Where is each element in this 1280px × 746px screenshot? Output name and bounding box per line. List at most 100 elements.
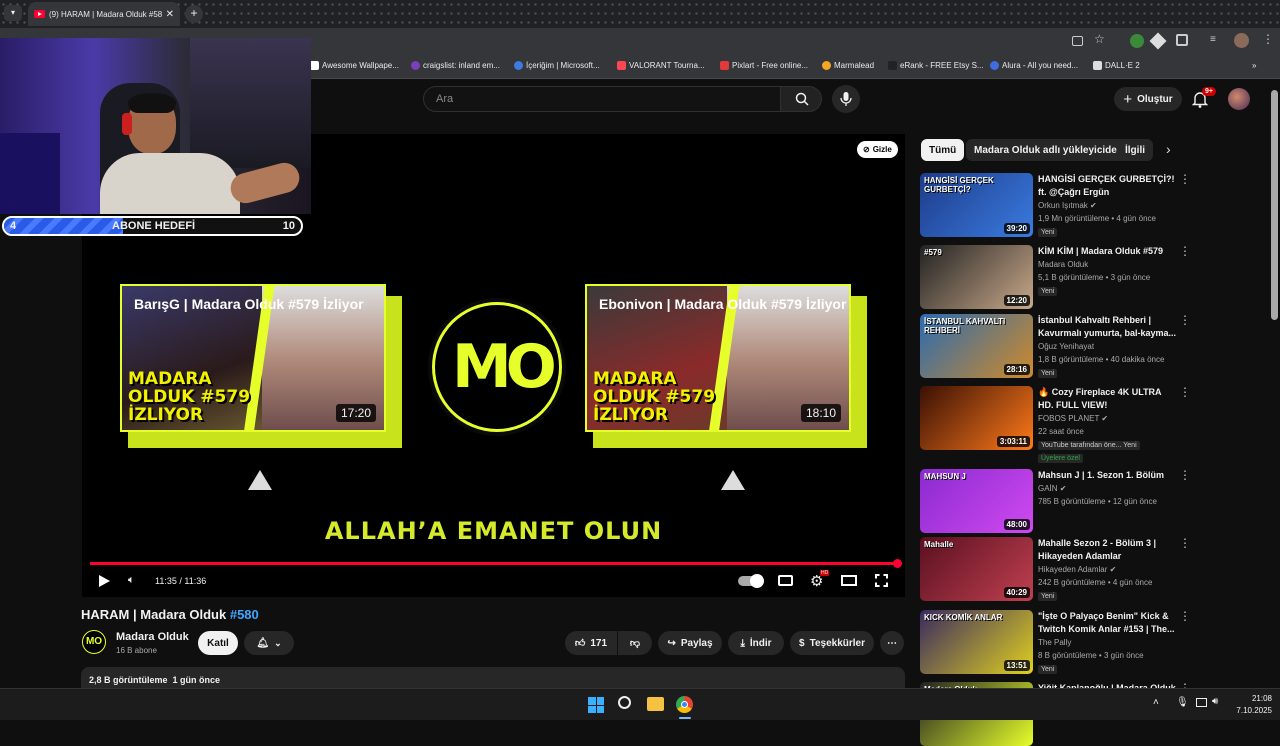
subscribed-bell-button[interactable]: 🔔︎ ⌄ [244, 631, 294, 655]
more-options-icon[interactable]: ⋮ [1179, 610, 1191, 622]
more-actions-button[interactable]: ⋯ [880, 631, 904, 655]
chip-related[interactable]: İlgili [1117, 139, 1153, 161]
share-button[interactable]: ↪ Paylaş [658, 631, 722, 655]
channel-name[interactable]: Hikayeden Adamlar ✔ [1038, 565, 1116, 574]
channel-name[interactable]: FOBOS PLANET ✔ [1038, 414, 1108, 423]
notifications-button[interactable]: 9+ [1192, 87, 1216, 109]
subtitles-icon[interactable] [778, 575, 793, 586]
tab-search-button[interactable]: ▾ [4, 5, 22, 21]
progress-bar[interactable] [90, 559, 902, 568]
bookmark-item[interactable]: Awesome Wallpape... [310, 61, 399, 70]
bookmark-item[interactable]: DALL·E 2 [1093, 61, 1140, 70]
hashtag-link[interactable]: #580 [230, 607, 259, 622]
views-date: 2,8 B görüntüleme 1 gün önce [89, 675, 221, 685]
chip-from-uploader[interactable]: Madara Olduk adlı yükleyiciden [966, 139, 1131, 161]
thumbnail-text: KICK KOMİK ANLAR [924, 613, 1003, 622]
tab-active[interactable]: (9) HARAM | Madara Olduk #58 ✕ [28, 2, 180, 26]
dislike-button[interactable]: 👎︎ [618, 631, 652, 655]
channel-avatar[interactable]: MO [82, 630, 106, 654]
media-control-icon[interactable]: ≡ [1210, 34, 1216, 45]
end-screen-video-left[interactable]: BarışG | Madara Olduk #579 İzliyor MADAR… [120, 284, 386, 432]
more-options-icon[interactable]: ⋮ [1179, 173, 1191, 185]
thanks-button[interactable]: $ Teşekkürler [790, 631, 874, 655]
more-options-icon[interactable]: ⋮ [1179, 537, 1191, 549]
search-input[interactable]: Ara [423, 86, 781, 112]
clock-time[interactable]: 21:08 [1240, 694, 1272, 703]
create-button[interactable]: + Oluştur [1114, 87, 1182, 111]
video-thumbnail[interactable]: MAHSUN J 48:00 [920, 469, 1033, 533]
tab-close-icon[interactable]: ✕ [166, 9, 174, 20]
theater-mode-icon[interactable] [841, 575, 857, 586]
bookmark-item[interactable]: Marmalead [822, 61, 874, 70]
chips-next-icon[interactable]: › [1166, 141, 1171, 157]
join-button[interactable]: Katıl [198, 631, 238, 655]
chrome-icon[interactable] [676, 696, 693, 713]
fullscreen-icon[interactable] [875, 574, 888, 587]
like-button[interactable]: 👍︎ 171 [565, 631, 617, 655]
thumbs-down-icon: 👎︎ [629, 638, 641, 649]
video-thumbnail[interactable]: KICK KOMİK ANLAR 13:51 [920, 610, 1033, 674]
end-screen-video-right[interactable]: Ebonivon | Madara Olduk #579 İzliyor MAD… [585, 284, 851, 432]
more-options-icon[interactable]: ⋮ [1179, 386, 1191, 398]
more-options-icon[interactable]: ⋮ [1179, 469, 1191, 481]
bookmark-item[interactable]: VALORANT Tourna... [617, 61, 705, 70]
channel-name[interactable]: Orkun Işıtmak ✔ [1038, 201, 1097, 210]
voice-search-button[interactable] [832, 85, 860, 113]
recommended-video[interactable]: KICK KOMİK ANLAR 13:51 "İşte O Palyaço Ben… [920, 610, 1250, 674]
extensions-puzzle-icon[interactable] [1176, 34, 1188, 46]
recommended-video[interactable]: MAHSUN J 48:00 Mahsun J | 1. Sezon 1. Bölü… [920, 469, 1250, 533]
video-title: Mahalle Sezon 2 - Bölüm 3 | Hikayeden Ad… [1038, 538, 1157, 561]
search-icon[interactable] [618, 696, 631, 709]
channel-name[interactable]: GAİN ✔ [1038, 484, 1066, 493]
recommended-video[interactable]: #579 12:20 KİM KİM | Madara Olduk #579 Mada… [920, 245, 1250, 309]
channel-name[interactable]: Oğuz Yenihayat [1038, 342, 1094, 351]
video-thumbnail[interactable]: 3:03:11 [920, 386, 1033, 450]
video-thumbnail[interactable]: Mahalle 40:29 [920, 537, 1033, 601]
recommended-video[interactable]: Mahalle 40:29 Mahalle Sezon 2 - Bölüm 3 | … [920, 537, 1250, 601]
volume-icon[interactable]: 🔈︎ [128, 574, 135, 587]
profile-avatar[interactable] [1234, 33, 1249, 48]
tray-mic-icon[interactable]: 🎙︎ [1176, 697, 1189, 708]
tray-volume-icon[interactable]: 🔊︎ [1212, 696, 1218, 707]
extension-icon[interactable] [1149, 32, 1167, 50]
extension-icon[interactable] [1130, 34, 1144, 48]
channel-name[interactable]: The Pally [1038, 638, 1071, 647]
more-options-icon[interactable]: ⋮ [1179, 314, 1191, 326]
new-tab-button[interactable]: + [185, 5, 203, 23]
channel-name[interactable]: Madara Olduk [1038, 260, 1088, 269]
recommended-video[interactable]: 3:03:11 🔥 Cozy Fireplace 4K ULTRA HD. FUL… [920, 386, 1250, 463]
video-thumbnail[interactable]: HANGİSİ GERÇEK GURBETÇİ? 39:20 [920, 173, 1033, 237]
tray-chevron-icon[interactable]: ˄ [1153, 697, 1159, 708]
play-button[interactable] [99, 575, 110, 587]
scrubber-handle[interactable] [893, 559, 902, 568]
bookmarks-overflow-icon[interactable]: » [1252, 61, 1256, 70]
more-options-icon[interactable]: ⋮ [1179, 245, 1191, 257]
clock-date[interactable]: 7.10.2025 [1226, 706, 1272, 715]
video-thumbnail[interactable]: #579 12:20 [920, 245, 1033, 309]
install-app-icon[interactable] [1072, 36, 1083, 46]
microphone-icon [840, 92, 852, 106]
hide-button[interactable]: ⊘ Gizle [857, 141, 898, 158]
video-title: HANGİSİ GERÇEK GURBETÇİ?! ft. @Çağrı Erg… [1038, 174, 1175, 197]
browser-menu-icon[interactable]: ⋮ [1262, 32, 1274, 46]
search-button[interactable] [780, 86, 822, 112]
file-explorer-icon[interactable] [647, 697, 664, 711]
bookmark-item[interactable]: Alura - All you need... [990, 61, 1078, 70]
autoplay-toggle[interactable] [738, 574, 764, 588]
recommended-video[interactable]: HANGİSİ GERÇEK GURBETÇİ? 39:20 HANGİSİ GER… [920, 173, 1250, 237]
tray-network-icon[interactable] [1196, 698, 1207, 707]
account-avatar[interactable] [1228, 88, 1250, 110]
download-button[interactable]: ⤓ İndir [728, 631, 784, 655]
bookmark-item[interactable]: İçeriğim | Microsoft... [514, 61, 600, 70]
channel-name[interactable]: Madara Olduk [116, 631, 189, 643]
thumbs-up-icon: 👍︎ [574, 638, 586, 649]
recommended-video[interactable]: İSTANBUL KAHVALTI REHBERİ 28:16 İstanbul K… [920, 314, 1250, 378]
bookmark-item[interactable]: craigslist: inland em... [411, 61, 500, 70]
bookmark-item[interactable]: eRank - FREE Etsy S... [888, 61, 984, 70]
chip-all[interactable]: Tümü [921, 139, 965, 161]
bookmark-star-icon[interactable]: ☆ [1094, 32, 1105, 46]
page-scrollbar[interactable] [1271, 90, 1278, 320]
bookmark-item[interactable]: Pixlart - Free online... [720, 61, 808, 70]
start-button[interactable] [588, 697, 604, 713]
video-thumbnail[interactable]: İSTANBUL KAHVALTI REHBERİ 28:16 [920, 314, 1033, 378]
